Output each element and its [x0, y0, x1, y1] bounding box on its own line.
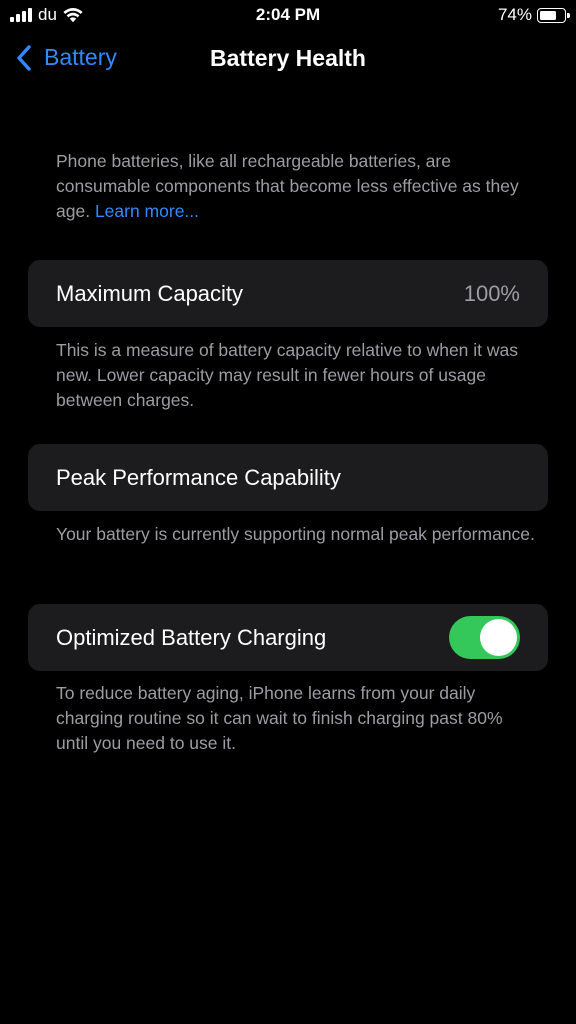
optimized-charging-cell: Optimized Battery Charging: [28, 604, 548, 671]
intro-text: Phone batteries, like all rechargeable b…: [56, 149, 536, 224]
maximum-capacity-label: Maximum Capacity: [56, 281, 244, 306]
optimized-charging-label: Optimized Battery Charging: [56, 625, 327, 650]
peak-performance-footer: Your battery is currently supporting nor…: [56, 524, 535, 544]
maximum-capacity-cell: Maximum Capacity 100%: [28, 260, 548, 327]
battery-icon: [537, 7, 570, 23]
peak-performance-cell: Peak Performance Capability: [28, 444, 548, 511]
battery-percent: 74%: [497, 5, 532, 24]
status-time: 2:04 PM: [255, 5, 321, 24]
peak-performance-label: Peak Performance Capability: [56, 465, 341, 490]
toggle-knob: [480, 619, 517, 656]
battery-nub: [567, 12, 570, 18]
status-right: 74%: [497, 5, 570, 25]
optimized-charging-toggle[interactable]: [449, 616, 520, 659]
navigation-bar: Battery Battery Health: [0, 36, 576, 82]
status-bar: du 2:04 PM 74%: [0, 0, 576, 30]
maximum-capacity-footer: This is a measure of battery capacity re…: [56, 340, 519, 410]
maximum-capacity-value: 100%: [463, 281, 520, 306]
page-title: Battery Health: [210, 45, 366, 71]
learn-more-link[interactable]: Learn more...: [95, 201, 199, 221]
optimized-charging-footer: To reduce battery aging, iPhone learns f…: [56, 683, 503, 753]
battery-fill: [540, 10, 557, 20]
